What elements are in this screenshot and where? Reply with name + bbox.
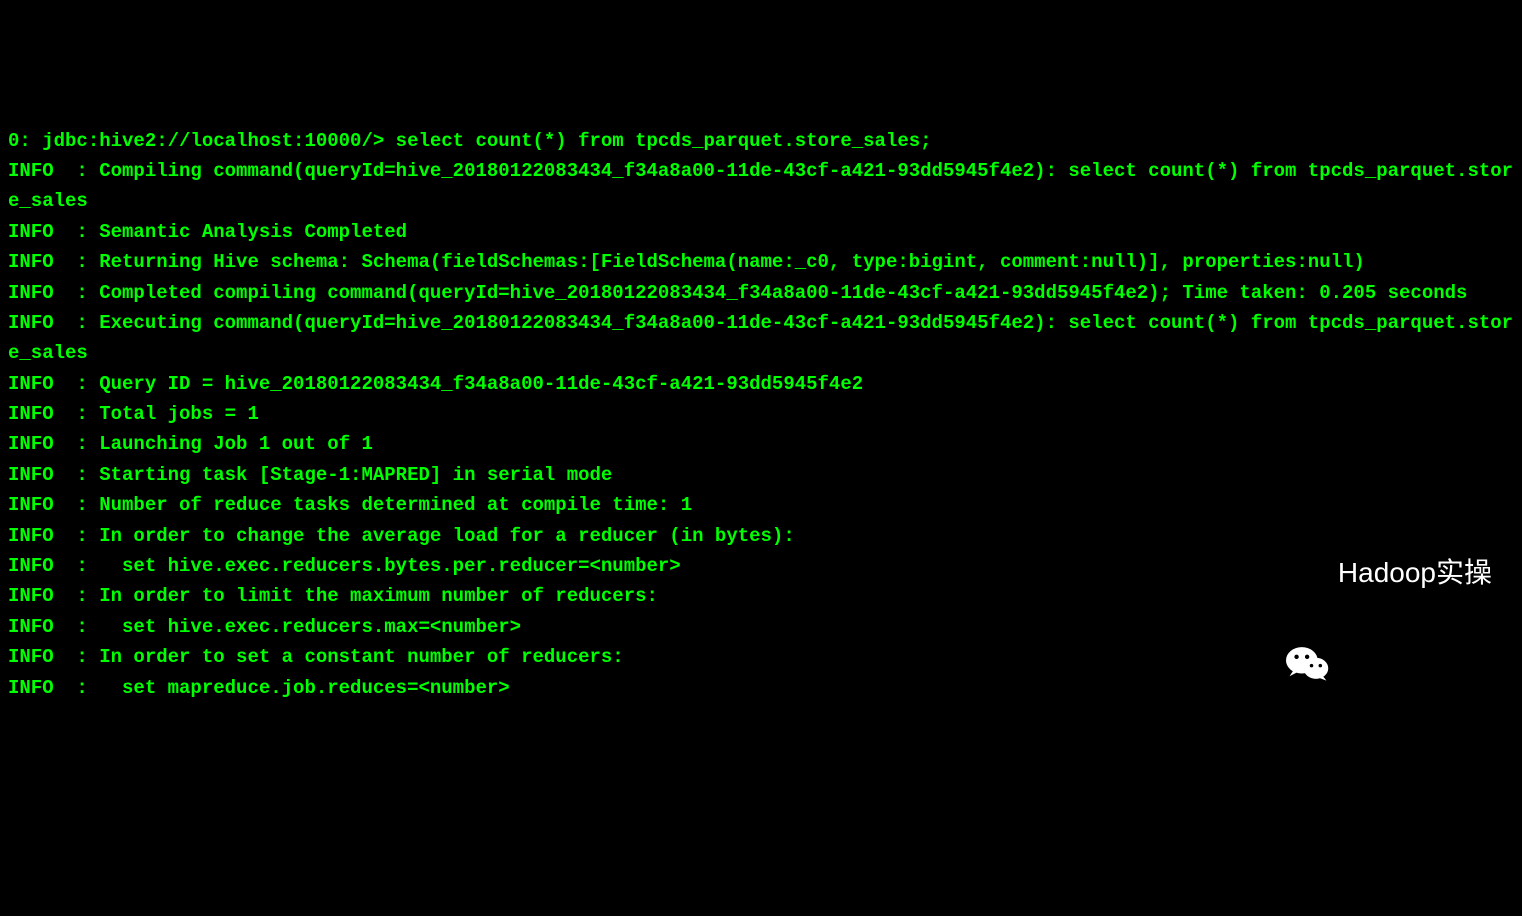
- log-line: INFO : Query ID = hive_20180122083434_f3…: [8, 369, 1514, 399]
- log-line: INFO : Launching Job 1 out of 1: [8, 429, 1514, 459]
- terminal-prompt: 0: jdbc:hive2://localhost:10000/>: [8, 130, 384, 152]
- watermark-text: Hadoop实操: [1338, 551, 1492, 596]
- log-line: INFO : Executing command(queryId=hive_20…: [8, 308, 1514, 369]
- log-line: INFO : Completed compiling command(query…: [8, 278, 1514, 308]
- watermark: Hadoop实操: [1286, 551, 1492, 596]
- log-line: INFO : Semantic Analysis Completed: [8, 217, 1514, 247]
- log-line: INFO : Compiling command(queryId=hive_20…: [8, 156, 1514, 217]
- wechat-icon: [1286, 555, 1330, 593]
- log-line: INFO : Returning Hive schema: Schema(fie…: [8, 247, 1514, 277]
- log-line: INFO : Total jobs = 1: [8, 399, 1514, 429]
- log-line: INFO : Number of reduce tasks determined…: [8, 490, 1514, 520]
- log-line: INFO : Starting task [Stage-1:MAPRED] in…: [8, 460, 1514, 490]
- terminal-command: select count(*) from tpcds_parquet.store…: [396, 130, 932, 152]
- log-line: INFO : In order to change the average lo…: [8, 521, 1514, 551]
